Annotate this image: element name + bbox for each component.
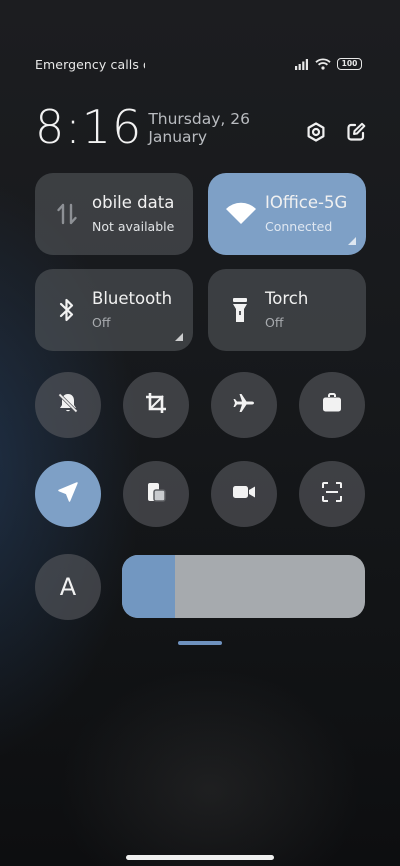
panel-drag-handle[interactable] (178, 641, 222, 645)
clock: 8:16 (35, 100, 143, 154)
mobile-data-status: Not available (92, 219, 175, 234)
mobile-data-title: obile data (92, 193, 175, 212)
wifi-network-name: IOffice-5G (265, 193, 348, 212)
torch-title: Torch (265, 289, 309, 308)
signal-icon (295, 55, 309, 74)
bluetooth-status: Off (92, 315, 111, 330)
wifi-icon (315, 55, 331, 74)
floating-window-toggle[interactable] (123, 461, 189, 527)
battery-icon: 100 (337, 58, 362, 70)
window-icon (144, 480, 168, 508)
video-camera-icon (231, 480, 257, 508)
airplane-mode-toggle[interactable] (211, 372, 277, 438)
time-row: 8:16 Thursday, 26 January (35, 100, 366, 150)
scan-icon (320, 480, 344, 508)
mobile-data-tile[interactable]: obile data Not available (35, 173, 193, 255)
brightness-level-fill (122, 555, 176, 618)
scanner-toggle[interactable] (299, 461, 365, 527)
torch-tile[interactable]: Torch Off (208, 269, 366, 351)
mobile-data-icon (53, 200, 81, 228)
location-icon (56, 480, 80, 508)
screenshot-toggle[interactable] (123, 372, 189, 438)
wifi-status: Connected (265, 219, 333, 234)
status-text: Emergency calls o (35, 56, 145, 72)
mute-toggle[interactable] (35, 372, 101, 438)
torch-icon (226, 296, 254, 324)
settings-icon[interactable] (306, 122, 326, 146)
wifi-tile[interactable]: IOffice-5G Connected (208, 173, 366, 255)
header-icons (306, 122, 366, 146)
font-size-label: A (59, 573, 77, 601)
bluetooth-title: Bluetooth (92, 289, 173, 308)
date: Thursday, 26 January (148, 110, 250, 146)
edit-icon[interactable] (346, 122, 366, 146)
bluetooth-icon (53, 296, 81, 324)
status-bar: Emergency calls o 100 (35, 54, 362, 74)
airplane-icon (232, 391, 256, 419)
home-indicator[interactable] (126, 855, 274, 860)
work-profile-toggle[interactable] (299, 372, 365, 438)
brightness-slider[interactable] (122, 555, 365, 618)
screen-recorder-toggle[interactable] (211, 461, 277, 527)
font-size-button[interactable]: A (35, 554, 101, 620)
briefcase-icon (320, 391, 344, 419)
bluetooth-expand-icon[interactable] (175, 333, 183, 341)
mute-bell-icon (56, 391, 80, 419)
wifi-expand-icon[interactable] (348, 237, 356, 245)
crop-icon (144, 391, 168, 419)
wifi-tile-icon (224, 200, 258, 228)
torch-status: Off (265, 315, 284, 330)
status-icons: 100 (295, 55, 362, 74)
location-toggle[interactable] (35, 461, 101, 527)
bluetooth-tile[interactable]: Bluetooth Off (35, 269, 193, 351)
